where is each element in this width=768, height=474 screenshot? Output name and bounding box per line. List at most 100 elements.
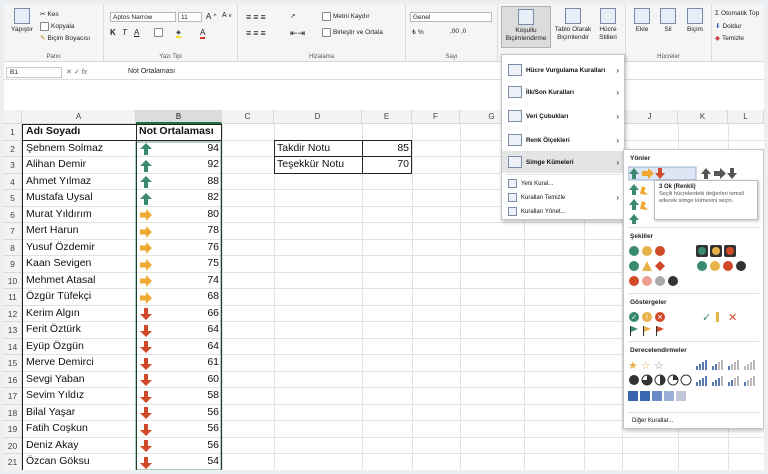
student-name[interactable]: Eyüp Özgün xyxy=(26,340,134,352)
header-grade[interactable]: Not Ortalaması xyxy=(139,125,221,137)
paste-button[interactable]: Yapıştır xyxy=(8,8,36,34)
student-grade[interactable]: 56 xyxy=(154,439,219,451)
format-button[interactable]: Biçim xyxy=(682,8,708,34)
menu-data-bars[interactable]: Veri Çubukları › xyxy=(502,105,624,127)
delete-button[interactable]: Sil xyxy=(656,8,680,34)
student-grade[interactable]: 58 xyxy=(154,389,219,401)
row-header[interactable]: 6 xyxy=(4,206,22,223)
more-rules-link[interactable]: Diğer Kurallar... xyxy=(626,414,748,427)
student-grade[interactable]: 80 xyxy=(154,208,219,220)
menu-top-bottom-rules[interactable]: İlk/Son Kuralları › xyxy=(502,81,624,103)
row-header[interactable]: 4 xyxy=(4,173,22,190)
row-header[interactable]: 17 xyxy=(4,388,22,405)
student-grade[interactable]: 61 xyxy=(154,356,219,368)
decimal-buttons[interactable]: ,00 ,0 xyxy=(450,28,466,35)
student-name[interactable]: Kaan Sevigen xyxy=(26,257,134,269)
student-grade[interactable]: 92 xyxy=(154,158,219,170)
student-name[interactable]: Merve Demirci xyxy=(26,356,134,368)
student-name[interactable]: Özcan Göksu xyxy=(26,455,134,467)
student-grade[interactable]: 75 xyxy=(154,257,219,269)
select-all-corner[interactable] xyxy=(4,110,22,124)
row-header[interactable]: 16 xyxy=(4,371,22,388)
header-name[interactable]: Adı Soyadı xyxy=(26,125,134,137)
student-grade[interactable]: 74 xyxy=(154,274,219,286)
wrap-text-button[interactable]: Metni Kaydır xyxy=(322,12,370,21)
rating-icon-sets[interactable]: ★ ☆ ☆ xyxy=(628,358,762,408)
student-grade[interactable]: 88 xyxy=(154,175,219,187)
row-header[interactable]: 7 xyxy=(4,223,22,240)
indicator-icon-sets[interactable]: ✓! ✕ ✓ ✕ xyxy=(628,310,762,338)
row-header[interactable]: 11 xyxy=(4,289,22,306)
threshold-label[interactable]: Takdir Notu xyxy=(277,142,361,154)
column-header-l[interactable]: L xyxy=(728,110,764,124)
column-header-a[interactable]: A xyxy=(22,110,136,124)
cut-button[interactable]: ✂ Kes xyxy=(40,10,59,19)
row-header[interactable]: 5 xyxy=(4,190,22,207)
row-header[interactable]: 12 xyxy=(4,305,22,322)
font-name-select[interactable]: Aptos Narrow xyxy=(110,12,176,22)
student-name[interactable]: Deniz Akay xyxy=(26,439,134,451)
menu-highlight-rules[interactable]: Hücre Vurgulama Kuralları › xyxy=(502,59,624,81)
student-name[interactable]: Murat Yıldırım xyxy=(26,208,134,220)
student-name[interactable]: Ferit Öztürk xyxy=(26,323,134,335)
row-header[interactable]: 21 xyxy=(4,454,22,470)
student-grade[interactable]: 76 xyxy=(154,241,219,253)
student-grade[interactable]: 66 xyxy=(154,307,219,319)
menu-clear-rules[interactable]: Kuralları Temizle › xyxy=(502,191,624,204)
threshold-value[interactable]: 70 xyxy=(364,158,409,170)
student-name[interactable]: Yusuf Özdemir xyxy=(26,241,134,253)
clear-button[interactable]: ◆ Temizle xyxy=(715,34,744,43)
fill-button[interactable]: ⬇ Doldur xyxy=(715,22,742,31)
conditional-formatting-button[interactable]: Koşullu Biçimlendirme xyxy=(501,6,551,48)
name-box[interactable]: B1 xyxy=(6,67,62,78)
number-format-select[interactable]: Genel xyxy=(410,12,492,22)
copy-button[interactable]: Kopyala xyxy=(40,22,75,31)
student-grade[interactable]: 64 xyxy=(154,323,219,335)
shape-icon-sets[interactable] xyxy=(628,244,762,290)
student-grade[interactable]: 64 xyxy=(154,340,219,352)
student-grade[interactable]: 56 xyxy=(154,406,219,418)
student-name[interactable]: Mehmet Atasal xyxy=(26,274,134,286)
student-grade[interactable]: 68 xyxy=(154,290,219,302)
merge-center-button[interactable]: Birleştir ve Ortala xyxy=(322,28,383,37)
indent-buttons[interactable]: ⇤⇥ xyxy=(290,28,305,39)
student-grade[interactable]: 60 xyxy=(154,373,219,385)
student-name[interactable]: Ahmet Yılmaz xyxy=(26,175,134,187)
underline-button[interactable]: A xyxy=(134,28,139,37)
format-painter-button[interactable]: ✎ Biçim Boyacısı xyxy=(40,34,90,43)
column-header-c[interactable]: C xyxy=(222,110,274,124)
row-header[interactable]: 13 xyxy=(4,322,22,339)
row-header[interactable]: 19 xyxy=(4,421,22,438)
threshold-label[interactable]: Teşekkür Notu xyxy=(277,158,361,170)
row-header[interactable]: 2 xyxy=(4,140,22,157)
row-header[interactable]: 15 xyxy=(4,355,22,372)
menu-icon-sets[interactable]: Simge Kümeleri › xyxy=(502,151,624,173)
row-header[interactable]: 9 xyxy=(4,256,22,273)
format-as-table-button[interactable]: Tablo Olarak Biçimlendir xyxy=(554,8,592,41)
column-header-e[interactable]: E xyxy=(362,110,412,124)
column-header-d[interactable]: D xyxy=(274,110,362,124)
menu-new-rule[interactable]: Yeni Kural... xyxy=(502,177,624,190)
student-grade[interactable]: 78 xyxy=(154,224,219,236)
row-header[interactable]: 8 xyxy=(4,239,22,256)
autosum-button[interactable]: Σ Otomatik Top xyxy=(715,10,759,17)
currency-button[interactable]: ₺ % xyxy=(412,28,424,36)
student-name[interactable]: Mustafa Uysal xyxy=(26,191,134,203)
enter-icon[interactable]: ✓ xyxy=(74,69,80,76)
student-name[interactable]: Mert Harun xyxy=(26,224,134,236)
function-icon[interactable]: fx xyxy=(82,69,87,76)
row-header[interactable]: 18 xyxy=(4,404,22,421)
fill-color-button[interactable]: ◈ xyxy=(176,28,181,38)
student-grade[interactable]: 94 xyxy=(154,142,219,154)
row-header[interactable]: 20 xyxy=(4,437,22,454)
student-name[interactable]: Şebnem Solmaz xyxy=(26,142,134,154)
grow-font-button[interactable]: A ^ xyxy=(206,12,216,21)
bold-button[interactable]: K xyxy=(110,28,116,37)
insert-button[interactable]: Ekle xyxy=(630,8,654,34)
column-header-j[interactable]: J xyxy=(622,110,678,124)
vertical-align-buttons[interactable]: ≡≡≡ xyxy=(246,12,268,22)
shrink-font-button[interactable]: Av xyxy=(222,12,232,19)
student-name[interactable]: Sevim Yıldız xyxy=(26,389,134,401)
column-header-b[interactable]: B xyxy=(136,110,222,124)
student-grade[interactable]: 56 xyxy=(154,422,219,434)
